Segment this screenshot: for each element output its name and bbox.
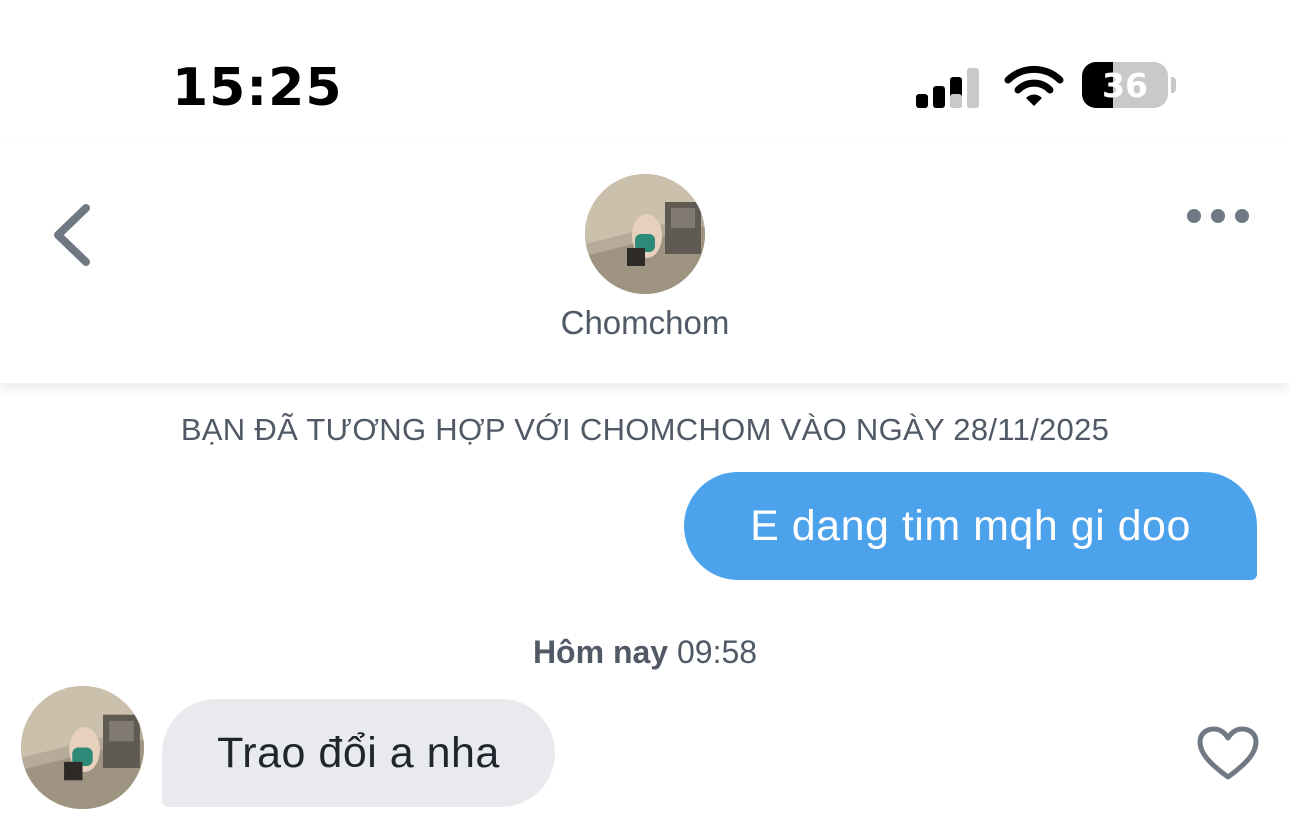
status-time: 15:25 — [172, 58, 343, 118]
more-options-button[interactable] — [1186, 204, 1250, 228]
battery-icon: 36 — [1082, 62, 1178, 110]
chat-header: Chomchom — [0, 140, 1290, 383]
cellular-signal-icon — [916, 68, 979, 108]
incoming-message-bubble[interactable]: Trao đổi a nha — [162, 699, 555, 807]
timestamp-day: Hôm nay — [532, 634, 669, 670]
incoming-message-text: Trao đổi a nha — [217, 728, 500, 777]
contact-name[interactable]: Chomchom — [0, 304, 1290, 342]
sender-avatar[interactable] — [21, 686, 144, 809]
outgoing-message-text: E dang tim mqh gi doo — [750, 501, 1191, 550]
battery-level: 36 — [1102, 65, 1148, 105]
contact-avatar[interactable] — [585, 174, 705, 294]
message-timestamp: Hôm nay 09:58 — [0, 634, 1290, 671]
back-button[interactable] — [50, 202, 94, 268]
like-heart-icon[interactable] — [1196, 725, 1260, 783]
outgoing-message-bubble[interactable]: E dang tim mqh gi doo — [684, 472, 1257, 580]
timestamp-time: 09:58 — [676, 634, 758, 670]
match-notice: BẠN ĐÃ TƯƠNG HỢP VỚI CHOMCHOM VÀO NGÀY 2… — [180, 412, 1110, 447]
wifi-icon — [1004, 65, 1064, 106]
